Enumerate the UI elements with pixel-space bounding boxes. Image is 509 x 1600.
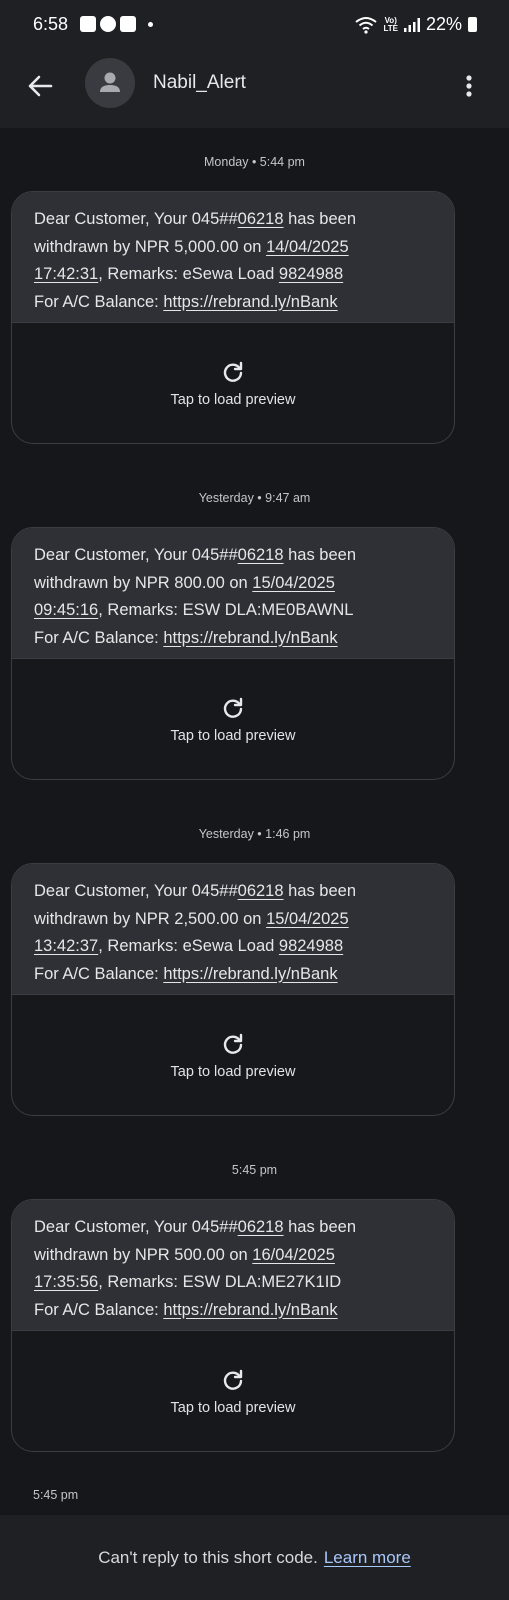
account-number-link[interactable]: 06218 [238, 1218, 284, 1236]
text-segment: , Remarks: eSewa Load [98, 265, 279, 283]
phone-number-link[interactable]: 9824988 [279, 937, 343, 955]
message-bubble[interactable]: Dear Customer, Your 045##06218 has been … [11, 527, 455, 780]
date-link[interactable]: 14/04/2025 [266, 238, 349, 256]
text-segment: has been [283, 546, 357, 564]
text-segment: For A/C Balance: [34, 1300, 164, 1319]
account-number-link[interactable]: 06218 [238, 882, 284, 900]
gallery-icon [80, 16, 96, 32]
battery-icon [468, 17, 477, 32]
text-segment: , Remarks: eSewa Load [98, 937, 279, 955]
message-timestamp: Yesterday • 1:46 pm [198, 827, 311, 841]
time-link[interactable]: 17:35:56 [34, 1273, 98, 1291]
text-segment: withdrawn by NPR 2,500.00 on [34, 909, 267, 928]
text-segment: has been [283, 882, 357, 900]
text-segment: withdrawn by NPR 500.00 on [34, 1245, 253, 1264]
text-segment: Dear Customer, Your 045## [34, 210, 238, 228]
text-segment: withdrawn by NPR 5,000.00 on [34, 237, 267, 256]
message-text[interactable]: Dear Customer, Your 045##06218 has been … [12, 864, 454, 995]
url-link[interactable]: https://rebrand.ly/nBank [163, 629, 337, 647]
link-preview[interactable]: Tap to load preview [12, 659, 454, 779]
refresh-icon [223, 1369, 243, 1390]
date-link[interactable]: 16/04/2025 [252, 1246, 335, 1264]
more-notifications-dot-icon [148, 21, 153, 27]
status-bar: 6:58 Vo) LTE 22% [0, 0, 509, 50]
tap-to-load-preview[interactable]: Tap to load preview [171, 1064, 296, 1080]
text-segment: Dear Customer, Your 045## [34, 546, 238, 564]
short-code-notice: Can't reply to this short code. [98, 1547, 318, 1567]
more-vert-icon [466, 75, 472, 97]
time-link[interactable]: 13:42:37 [34, 937, 98, 955]
contact-name[interactable]: Nabil_Alert [153, 72, 246, 94]
last-message-time: 5:45 pm [33, 1488, 79, 1502]
contact-avatar[interactable] [85, 58, 135, 108]
text-segment: , Remarks: ESW DLA:ME0BAWNL [98, 601, 354, 619]
whatsapp-icon [100, 16, 116, 32]
message-bubble[interactable]: Dear Customer, Your 045##06218 has been … [11, 1199, 455, 1452]
conversation-header: Nabil_Alert [0, 50, 509, 128]
text-segment: For A/C Balance: [34, 628, 164, 647]
text-segment: Dear Customer, Your 045## [34, 1218, 238, 1236]
status-right: Vo) LTE 22% [355, 14, 477, 35]
url-link[interactable]: https://rebrand.ly/nBank [163, 293, 337, 311]
message-bubble[interactable]: Dear Customer, Your 045##06218 has been … [11, 863, 455, 1116]
signal-icon [403, 17, 420, 32]
account-number-link[interactable]: 06218 [238, 546, 284, 564]
volte-icon: Vo) LTE [383, 16, 398, 33]
link-preview[interactable]: Tap to load preview [12, 995, 454, 1115]
text-segment: , Remarks: ESW DLA:ME27K1ID [98, 1273, 342, 1291]
person-icon [100, 72, 120, 92]
url-link[interactable]: https://rebrand.ly/nBank [163, 1301, 337, 1319]
tap-to-load-preview[interactable]: Tap to load preview [171, 392, 296, 408]
learn-more-link[interactable]: Learn more [324, 1548, 411, 1568]
tap-to-load-preview[interactable]: Tap to load preview [171, 1400, 296, 1416]
account-number-link[interactable]: 06218 [238, 210, 284, 228]
notification-icons [80, 14, 153, 34]
status-time: 6:58 [33, 14, 69, 34]
link-preview[interactable]: Tap to load preview [12, 1331, 454, 1451]
text-segment: For A/C Balance: [34, 964, 164, 983]
url-link[interactable]: https://rebrand.ly/nBank [163, 965, 337, 983]
battery-percent: 22% [425, 14, 462, 34]
refresh-icon [223, 361, 243, 382]
date-link[interactable]: 15/04/2025 [252, 574, 335, 592]
text-segment: has been [283, 210, 357, 228]
tap-to-load-preview[interactable]: Tap to load preview [171, 728, 296, 744]
back-button[interactable] [22, 68, 58, 104]
message-text[interactable]: Dear Customer, Your 045##06218 has been … [12, 1200, 454, 1331]
link-preview[interactable]: Tap to load preview [12, 323, 454, 443]
time-link[interactable]: 09:45:16 [34, 601, 98, 619]
message-timestamp: Yesterday • 9:47 am [198, 491, 311, 505]
refresh-icon [223, 697, 243, 718]
text-segment: Dear Customer, Your 045## [34, 882, 238, 900]
date-link[interactable]: 15/04/2025 [266, 910, 349, 928]
message-text[interactable]: Dear Customer, Your 045##06218 has been … [12, 528, 454, 659]
message-timestamp: Monday • 5:44 pm [204, 155, 305, 169]
time-link[interactable]: 17:42:31 [34, 265, 98, 283]
volte-bottom: LTE [383, 23, 398, 33]
phone-number-link[interactable]: 9824988 [279, 265, 343, 283]
arrow-back-icon [28, 75, 53, 97]
text-segment: For A/C Balance: [34, 292, 164, 311]
message-text[interactable]: Dear Customer, Your 045##06218 has been … [12, 192, 454, 323]
more-options-button[interactable] [451, 68, 487, 104]
text-segment: withdrawn by NPR 800.00 on [34, 573, 253, 592]
message-bubble[interactable]: Dear Customer, Your 045##06218 has been … [11, 191, 455, 444]
message-timestamp: 5:45 pm [231, 1163, 278, 1177]
wifi-icon [355, 16, 378, 34]
refresh-icon [223, 1033, 243, 1054]
reply-disabled-banner: Can't reply to this short code. Learn mo… [0, 1515, 509, 1600]
text-segment: has been [283, 1218, 357, 1236]
app-notification-icon [120, 16, 136, 32]
